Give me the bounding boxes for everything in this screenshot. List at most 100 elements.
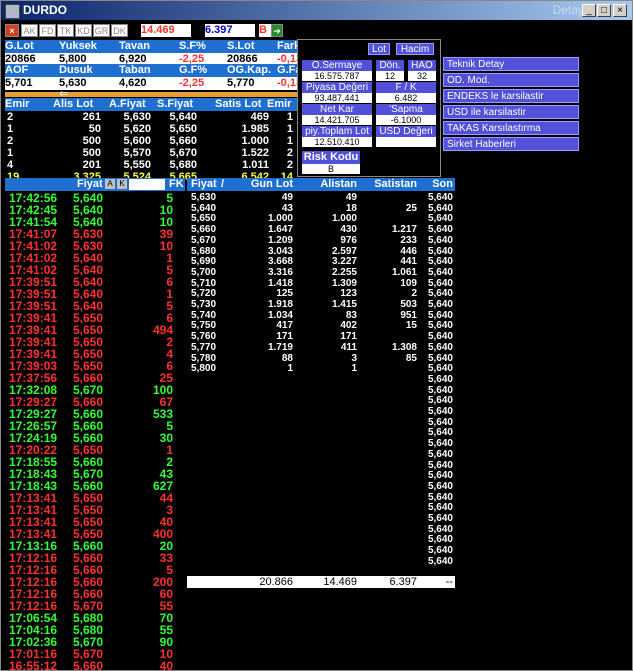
trades-filter-input[interactable] (129, 179, 165, 190)
orders-header-cell[interactable]: A.Fiyat (109, 98, 146, 110)
depth-cell: 5,640 (427, 224, 453, 236)
depth-cell: 5,640 (427, 309, 453, 321)
menu-item-1[interactable]: Teknik Detay (443, 57, 579, 71)
depth-cell: 5,740 (191, 309, 217, 321)
depth-cell: 441 (400, 256, 417, 268)
net-kar-value: 14.421.705 (302, 115, 372, 125)
depth-son-cell: 5,640 (427, 395, 453, 407)
maximize-button[interactable]: □ (597, 4, 611, 17)
menu-item-2[interactable]: OD. Mod. (443, 73, 579, 87)
toolbar-button-kd[interactable]: KD (75, 24, 92, 37)
close-icon[interactable]: × (5, 24, 19, 37)
depth-cell: 49 (345, 192, 357, 203)
trade-row: 17:42:45 5,640 10 (5, 203, 185, 217)
orders-header: Emir Alis Lot A.Fiyat S.Fiyat Satis Lot Emir (5, 98, 297, 111)
trade-row: 17:41:54 5,640 10 (5, 215, 185, 229)
menu-item-6[interactable]: Sirket Haberleri (443, 137, 579, 151)
summary-header-cell: G.Lot (5, 40, 34, 52)
depth-cell: 49 (281, 192, 293, 203)
orders-header-cell[interactable]: Emir (5, 98, 29, 110)
depth-row: 5,750 417 402 15 5,640 (187, 320, 455, 331)
orders-header-cell[interactable]: Satis Lot (215, 98, 261, 110)
depth-son-row: 5,640 (187, 449, 455, 460)
toolbar-button-dk[interactable]: DK (111, 24, 128, 37)
order-row: 1 50 5,620 5,650 1.985 1 (5, 123, 297, 135)
trade-row: 17:39:41 5,650 4 (5, 347, 185, 361)
depth-cell: 5,640 (427, 256, 453, 268)
depth-son-cell: 5,640 (427, 373, 453, 385)
depth-row: 5,720 125 123 2 5,640 (187, 288, 455, 299)
trade-row: 17:32:08 5,670 100 (5, 383, 185, 397)
depth-cell: 3 (351, 352, 357, 364)
trade-row: 17:39:51 5,640 6 (5, 275, 185, 289)
depth-cell: 417 (276, 320, 293, 332)
piyasa-degeri-label: Piyasa Değeri (302, 82, 372, 93)
trade-lot: 40 (159, 659, 173, 671)
depth-son-row: 5,640 (187, 502, 455, 513)
minimize-button[interactable]: _ (582, 4, 596, 17)
depth-cell: 1.719 (267, 341, 293, 353)
buy-label: B (259, 24, 271, 37)
depth-son-row: 5,640 (187, 374, 455, 385)
summary-value-cell: 4,620 (119, 77, 147, 89)
toolbar-button-tk[interactable]: TK (57, 24, 74, 37)
depth-son-cell: 5,640 (427, 384, 453, 396)
menu-item-3[interactable]: ENDEKS le karsilastir (443, 89, 579, 103)
trade-row: 17:41:07 5,630 39 (5, 227, 185, 241)
depth-header-fiyat[interactable]: Fiyat (191, 178, 217, 190)
trades-header-a[interactable]: A (105, 179, 115, 189)
trade-row: 17:13:41 5,650 40 (5, 515, 185, 529)
depth-cell: 171 (276, 331, 293, 343)
order-row: 4 201 5,550 5,680 1.011 2 (5, 159, 297, 171)
fk-label: F / K (376, 82, 436, 93)
depth-cell: 5,640 (427, 299, 453, 310)
depth-cell: 125 (276, 288, 293, 300)
depth-cell: 5,780 (191, 352, 217, 364)
trades-header-k[interactable]: K (117, 179, 127, 189)
order-cell: 5,680 (169, 159, 197, 171)
toolbar-button-gr[interactable]: GR (93, 24, 110, 37)
depth-total-cell: 20.866 (259, 576, 293, 588)
depth-header-alistan[interactable]: Alistan (307, 178, 357, 190)
menu-item-4[interactable]: USD ile karsilastir (443, 105, 579, 119)
order-cell: 1.011 (242, 159, 269, 171)
toolbar-button-fd[interactable]: FD (39, 24, 56, 37)
detail-title: Detay (552, 3, 584, 17)
arrow-right-icon[interactable]: ➔ (271, 24, 283, 37)
toolbar-button-ak[interactable]: AK (21, 24, 38, 37)
depth-totals-row: 20.866 14.469 6.397 -- (187, 576, 455, 588)
depth-cell: 5,640 (427, 320, 453, 332)
trade-row: 17:04:16 5,680 55 (5, 623, 185, 637)
orders-header-cell[interactable]: Alis Lot (53, 98, 93, 110)
depth-son-cell: 5,640 (427, 480, 453, 492)
trades-header-fiyat[interactable]: Fiyat (77, 178, 103, 190)
depth-header-son[interactable]: Son (423, 178, 453, 190)
depth-header-gun-lot[interactable]: Gun Lot (247, 178, 293, 190)
depth-header-satistan[interactable]: Satistan (362, 178, 417, 190)
depth-son-cell: 5,640 (427, 416, 453, 428)
donem-value: 12 (376, 71, 404, 81)
lot-button[interactable]: Lot (368, 43, 390, 55)
trade-row: 17:12:16 5,660 5 (5, 563, 185, 577)
hacim-button[interactable]: Hacim (396, 43, 434, 55)
close-button[interactable]: × (613, 4, 627, 17)
depth-son-cell: 5,640 (427, 534, 453, 546)
depth-cell: 1 (351, 363, 357, 375)
orders-header-cell[interactable]: S.Fiyat (157, 98, 193, 110)
order-cell: 1 (286, 135, 293, 147)
orders-header-cell[interactable]: Emir (267, 98, 291, 110)
depth-cell: 5,680 (191, 245, 217, 257)
depth-cell: 5,770 (191, 341, 217, 353)
trades-header-fk[interactable]: FK (169, 178, 184, 190)
depth-row: 5,650 1.000 1.000 5,640 (187, 213, 455, 224)
depth-cell: 1.061 (391, 266, 417, 278)
order-cell: 2 (7, 111, 14, 123)
menu-item-5[interactable]: TAKAS Karsılastırma (443, 121, 579, 135)
depth-son-row: 5,640 (187, 481, 455, 492)
depth-cell: 43 (281, 202, 293, 214)
order-row: 1 500 5,570 5,670 1.522 2 (5, 147, 297, 159)
title-bar[interactable]: DURDO Detay _ □ × (1, 1, 632, 20)
depth-cell: 171 (340, 331, 357, 343)
trade-row: 17:01:16 5,670 10 (5, 647, 185, 661)
depth-son-cell: 5,640 (427, 491, 453, 503)
